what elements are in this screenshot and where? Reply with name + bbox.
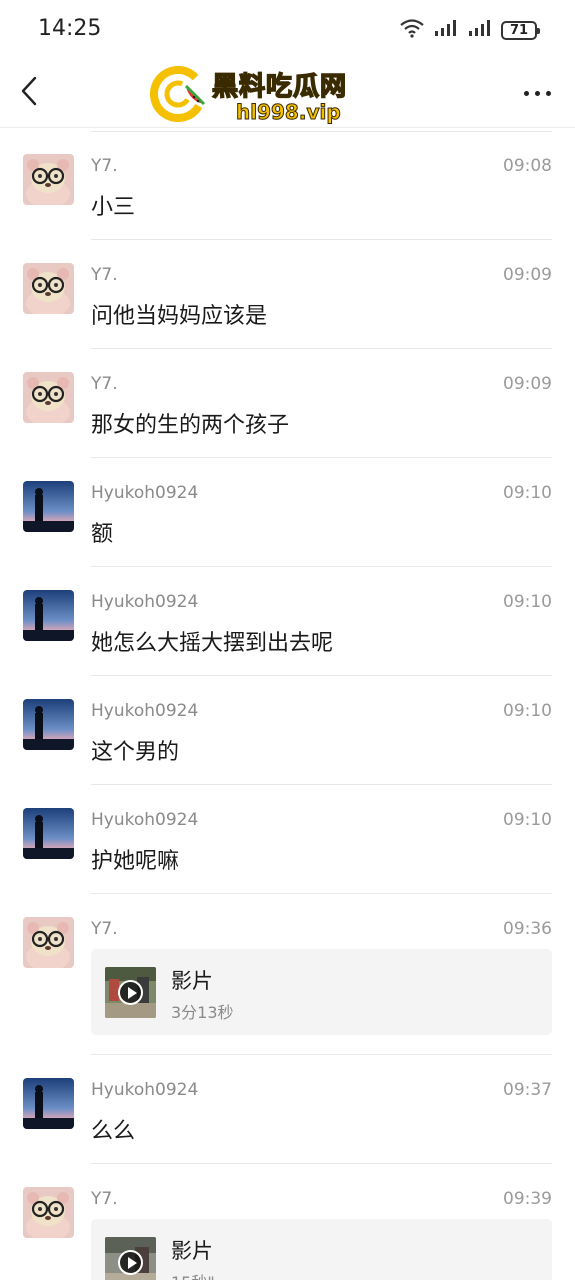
- avatar[interactable]: [23, 481, 74, 532]
- list-item[interactable]: Y7. 09:09 问他当妈妈应该是: [0, 240, 575, 349]
- video-title: 影片: [171, 969, 213, 993]
- sender-name: Hyukoh0924: [91, 1080, 199, 1100]
- divider: [91, 131, 552, 132]
- message-text: 这个男的: [91, 740, 180, 765]
- list-item[interactable]: Y7. 09:09 那女的生的两个孩子: [0, 349, 575, 458]
- sender-name: Y7.: [91, 919, 118, 939]
- status-time: 14:25: [38, 16, 102, 41]
- sender-name: Hyukoh0924: [91, 810, 199, 830]
- video-title: 影片: [171, 1239, 213, 1263]
- status-icons: 71: [399, 18, 540, 42]
- video-duration: 3分13秒: [171, 1003, 234, 1022]
- wifi-icon: [399, 18, 425, 42]
- avatar[interactable]: [23, 1187, 74, 1238]
- message-time: 09:10: [503, 592, 552, 612]
- logo-title: 黑料吃瓜网: [211, 71, 348, 103]
- play-icon: [118, 1250, 143, 1275]
- message-text: 护她呢嘛: [91, 849, 180, 874]
- video-thumbnail: [105, 967, 156, 1018]
- message-time: 09:10: [503, 483, 552, 503]
- more-button[interactable]: [519, 78, 555, 108]
- battery-icon: 71: [501, 20, 540, 40]
- avatar[interactable]: [23, 590, 74, 641]
- list-item[interactable]: Hyukoh0924 09:10 额: [0, 458, 575, 567]
- signal-2-icon: [467, 18, 493, 42]
- message-list[interactable]: Y7. 09:08 小三 Y7. 09:09 问他当妈妈应该是 Y7. 09:0…: [0, 131, 575, 1280]
- sender-name: Y7.: [91, 1189, 118, 1209]
- message-time: 09:37: [503, 1080, 552, 1100]
- list-item[interactable]: Hyukoh0924 09:37 么么: [0, 1055, 575, 1164]
- message-time: 09:10: [503, 701, 552, 721]
- message-text: 额: [91, 522, 114, 547]
- watermark-logo: 黑料吃瓜网 hl998.vip: [150, 64, 380, 126]
- message-text: 她怎么大摇大摆到出去呢: [91, 631, 334, 656]
- avatar[interactable]: [23, 154, 74, 205]
- sender-name: Hyukoh0924: [91, 592, 199, 612]
- message-time: 09:09: [503, 265, 552, 285]
- list-item[interactable]: Hyukoh0924 09:10 这个男的: [0, 676, 575, 785]
- message-time: 09:36: [503, 919, 552, 939]
- avatar[interactable]: [23, 808, 74, 859]
- play-icon: [118, 980, 143, 1005]
- chevron-left-icon: [20, 76, 38, 110]
- sender-name: Y7.: [91, 265, 118, 285]
- battery-level: 71: [509, 22, 529, 38]
- sender-name: Hyukoh0924: [91, 701, 199, 721]
- message-time: 09:10: [503, 810, 552, 830]
- avatar[interactable]: [23, 372, 74, 423]
- message-time: 09:09: [503, 374, 552, 394]
- signal-1-icon: [433, 18, 459, 42]
- list-item[interactable]: Y7. 09:08 小三: [0, 131, 575, 240]
- sender-name: Y7.: [91, 374, 118, 394]
- avatar[interactable]: [23, 263, 74, 314]
- avatar[interactable]: [23, 699, 74, 750]
- video-card[interactable]: 影片 15秒": [91, 1219, 552, 1280]
- video-thumbnail: [105, 1237, 156, 1280]
- message-text: 小三: [91, 195, 136, 220]
- list-item[interactable]: Y7. 09:39 影片 15秒": [0, 1164, 575, 1280]
- sender-name: Y7.: [91, 156, 118, 176]
- status-bar: 14:25 71: [0, 0, 575, 58]
- message-text: 那女的生的两个孩子: [91, 413, 290, 438]
- message-time: 09:39: [503, 1189, 552, 1209]
- video-card[interactable]: 影片 3分13秒: [91, 949, 552, 1035]
- sender-name: Hyukoh0924: [91, 483, 199, 503]
- video-duration: 15秒": [171, 1269, 215, 1280]
- logo-url: hl998.vip: [236, 100, 342, 125]
- avatar[interactable]: [23, 917, 74, 968]
- message-time: 09:08: [503, 156, 552, 176]
- watermelon-logo-icon: [150, 66, 206, 122]
- message-text: 么么: [91, 1119, 136, 1144]
- chat-header: 黑料吃瓜网 hl998.vip: [0, 58, 575, 128]
- more-horizontal-icon: [523, 90, 529, 96]
- list-item[interactable]: Y7. 09:36 影片 3分13秒: [0, 894, 575, 1055]
- list-item[interactable]: Hyukoh0924 09:10 她怎么大摇大摆到出去呢: [0, 567, 575, 676]
- list-item[interactable]: Hyukoh0924 09:10 护她呢嘛: [0, 785, 575, 894]
- message-text: 问他当妈妈应该是: [91, 304, 268, 329]
- back-button[interactable]: [14, 76, 44, 110]
- avatar[interactable]: [23, 1078, 74, 1129]
